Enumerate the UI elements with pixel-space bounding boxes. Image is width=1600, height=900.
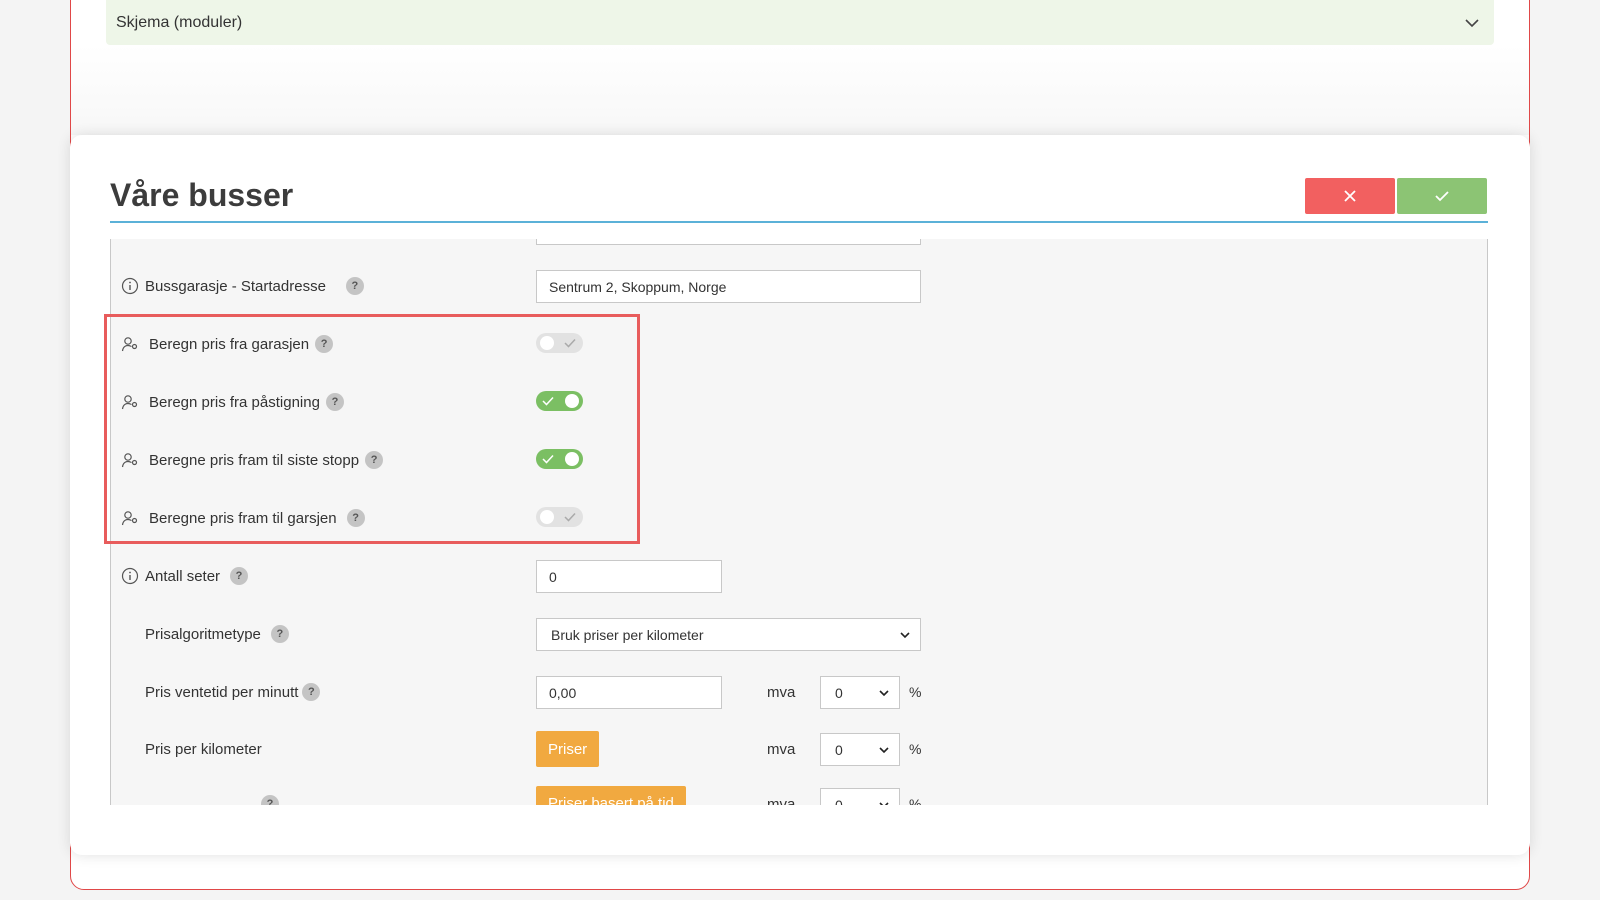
km-price-label: Pris per kilometer [145, 740, 262, 758]
check-icon [542, 396, 554, 406]
start-address-label: Bussgarasje - Startadresse [145, 277, 326, 295]
form-row-time-price: ? Priser basert på tid mva 0 % [111, 786, 1487, 805]
chevron-down-icon [879, 746, 889, 753]
toggle-label: Beregne pris fram til garsjen [149, 509, 337, 527]
chevron-down-icon [879, 689, 889, 696]
user-settings-icon [121, 337, 138, 352]
seats-label: Antall seter [145, 567, 221, 585]
mva-select[interactable]: 0 [820, 733, 900, 766]
toggle-label: Beregn pris fra påstigning [149, 393, 320, 411]
price-algorithm-label: Prisalgoritmetype [145, 625, 261, 643]
user-settings-icon [121, 453, 138, 468]
modal-title: Våre busser [110, 177, 294, 213]
check-icon [1435, 191, 1449, 202]
form-row-seats: Antall seter ? 0 [111, 558, 1487, 594]
info-icon [121, 277, 139, 295]
toggle-label: Beregne pris fram til siste stopp [149, 451, 360, 469]
mva-label: mva [767, 683, 796, 701]
confirm-button[interactable] [1397, 178, 1487, 214]
help-icon[interactable]: ? [345, 277, 364, 295]
help-icon[interactable]: ? [325, 393, 344, 411]
form-row-toggle-to-garage: Beregne pris fram til garsjen ? [111, 500, 1487, 536]
toggle-switch-last-stop[interactable] [536, 449, 583, 469]
prices-button[interactable]: Priser [536, 731, 600, 767]
percent-unit: % [909, 684, 922, 700]
help-icon[interactable]: ? [346, 509, 365, 527]
toggle-label: Beregn pris fra garasjen [149, 335, 310, 353]
mva-select[interactable]: 0 [820, 788, 900, 805]
help-icon[interactable]: ? [261, 795, 279, 805]
accordion-label: Skjema (moduler) [116, 13, 243, 31]
check-icon [542, 454, 554, 464]
help-icon[interactable]: ? [302, 683, 321, 701]
start-address-input[interactable]: Sentrum 2, Skoppum, Norge [536, 270, 921, 303]
help-icon[interactable]: ? [365, 451, 384, 469]
help-icon[interactable]: ? [230, 567, 249, 585]
toggle-switch-boarding[interactable] [536, 391, 583, 411]
form-row-toggle-last-stop: Beregne pris fram til siste stopp ? [111, 442, 1487, 478]
info-icon [121, 567, 139, 585]
modal-dialog: Våre busser Bussgarasje - Startadresse ?… [70, 135, 1530, 855]
form-row-start-address: Bussgarasje - Startadresse ? Sentrum 2, … [111, 268, 1487, 304]
help-icon[interactable]: ? [270, 625, 289, 643]
percent-unit: % [909, 741, 922, 757]
time-prices-button[interactable]: Priser basert på tid [536, 786, 686, 805]
mva-select[interactable]: 0 [820, 676, 900, 709]
toggle-switch-to-garage[interactable] [536, 507, 583, 527]
form-panel[interactable]: Bussgarasje - Startadresse ? Sentrum 2, … [110, 239, 1488, 805]
toggle-switch-garage[interactable] [536, 333, 583, 353]
close-icon [1344, 190, 1356, 202]
form-row-km-price: Pris per kilometer Priser mva 0 % [111, 731, 1487, 767]
title-divider [110, 221, 1488, 223]
cancel-button[interactable] [1305, 178, 1395, 214]
overlay-backdrop [71, 45, 1529, 135]
chevron-down-icon [900, 631, 910, 638]
help-icon[interactable]: ? [315, 335, 334, 353]
accordion-header[interactable]: Skjema (moduler) [106, 0, 1494, 45]
form-row-price-algorithm: Prisalgoritmetype ? Bruk priser per kilo… [111, 616, 1487, 652]
user-settings-icon [121, 511, 138, 526]
percent-unit: % [909, 796, 922, 805]
check-icon [564, 512, 576, 522]
form-row-toggle-boarding: Beregn pris fra påstigning ? [111, 384, 1487, 420]
chevron-down-icon [1465, 18, 1479, 27]
price-algorithm-select[interactable]: Bruk priser per kilometer [536, 618, 921, 651]
check-icon [564, 338, 576, 348]
form-row-toggle-garage: Beregn pris fra garasjen ? [111, 326, 1487, 362]
form-row-wait-price: Pris ventetid per minutt ? 0,00 mva 0 % [111, 674, 1487, 710]
chevron-down-icon [879, 801, 889, 805]
mva-label: mva [767, 795, 796, 806]
seats-input[interactable]: 0 [536, 560, 722, 593]
wait-price-input[interactable]: 0,00 [536, 676, 722, 709]
wait-price-label: Pris ventetid per minutt [145, 683, 299, 701]
mva-label: mva [767, 740, 796, 758]
previous-field-input[interactable] [536, 239, 921, 245]
user-settings-icon [121, 395, 138, 410]
